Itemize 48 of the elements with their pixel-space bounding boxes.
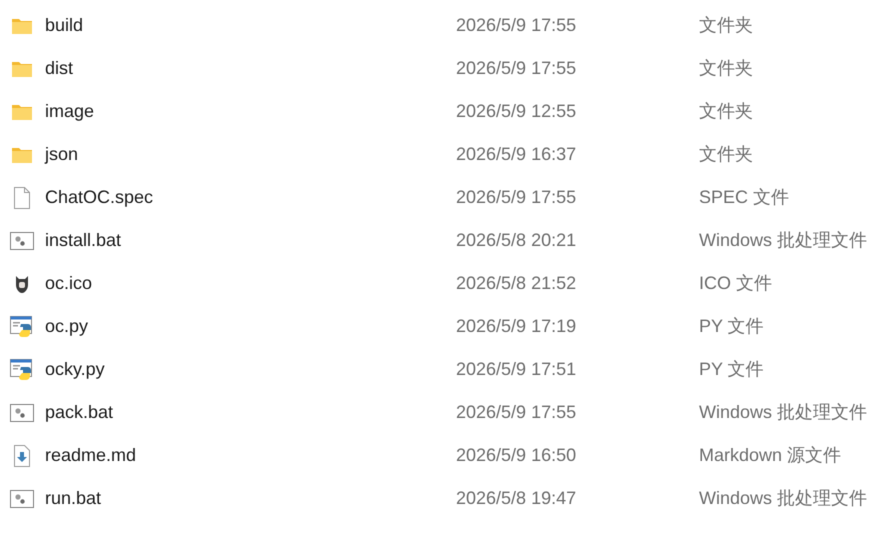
file-name[interactable]: json	[45, 141, 456, 168]
file-name[interactable]: image	[45, 98, 456, 125]
folder-icon	[11, 60, 33, 78]
gears-window-icon	[10, 232, 34, 250]
python-file-icon	[10, 358, 34, 380]
file-type: PY 文件	[699, 315, 764, 338]
file-type: PY 文件	[699, 358, 764, 381]
modified-date: 2026/5/9 17:55	[456, 57, 578, 80]
file-name[interactable]: dist	[45, 55, 456, 82]
file-name[interactable]: run.bat	[45, 485, 456, 512]
modified-date: 2026/5/9 16:37	[456, 143, 578, 166]
modified-date: 2026/5/9 17:19	[456, 315, 578, 338]
file-type: ICO 文件	[699, 272, 772, 295]
modified-date: 2026/5/9 16:50	[456, 444, 578, 467]
file-name[interactable]: ocky.py	[45, 356, 456, 383]
modified-date: 2026/5/9 17:55	[456, 14, 578, 37]
folder-icon	[11, 16, 33, 34]
folder-icon	[11, 146, 33, 164]
file-name[interactable]: install.bat	[45, 227, 456, 254]
file-type: SPEC 文件	[699, 186, 790, 209]
file-type: Windows 批处理文件	[699, 401, 868, 424]
file-name[interactable]: ChatOC.spec	[45, 184, 456, 211]
file-type: 文件夹	[699, 57, 753, 80]
modified-date: 2026/5/9 17:51	[456, 358, 578, 381]
gears-window-icon	[10, 490, 34, 508]
modified-date: 2026/5/9 17:55	[456, 401, 578, 424]
file-type: Windows 批处理文件	[699, 487, 868, 510]
file-type: 文件夹	[699, 143, 753, 166]
modified-date: 2026/5/8 19:47	[456, 487, 578, 510]
file-type: Windows 批处理文件	[699, 229, 868, 252]
file-type: 文件夹	[699, 14, 753, 37]
modified-date: 2026/5/9 17:55	[456, 186, 578, 209]
file-type: Markdown 源文件	[699, 444, 842, 467]
file-name[interactable]: oc.ico	[45, 270, 456, 297]
file-name[interactable]: build	[45, 12, 456, 39]
file-name[interactable]: readme.md	[45, 442, 456, 469]
figure-icon	[14, 274, 30, 294]
gears-window-icon	[10, 404, 34, 422]
download-document-icon	[13, 444, 31, 466]
modified-date: 2026/5/8 20:21	[456, 229, 578, 252]
file-type: 文件夹	[699, 100, 753, 123]
modified-date: 2026/5/8 21:52	[456, 272, 578, 295]
file-name[interactable]: pack.bat	[45, 399, 456, 426]
document-icon	[13, 186, 31, 208]
file-name[interactable]: oc.py	[45, 313, 456, 340]
folder-icon	[11, 102, 33, 120]
modified-date: 2026/5/9 12:55	[456, 100, 578, 123]
python-file-icon	[10, 316, 34, 338]
